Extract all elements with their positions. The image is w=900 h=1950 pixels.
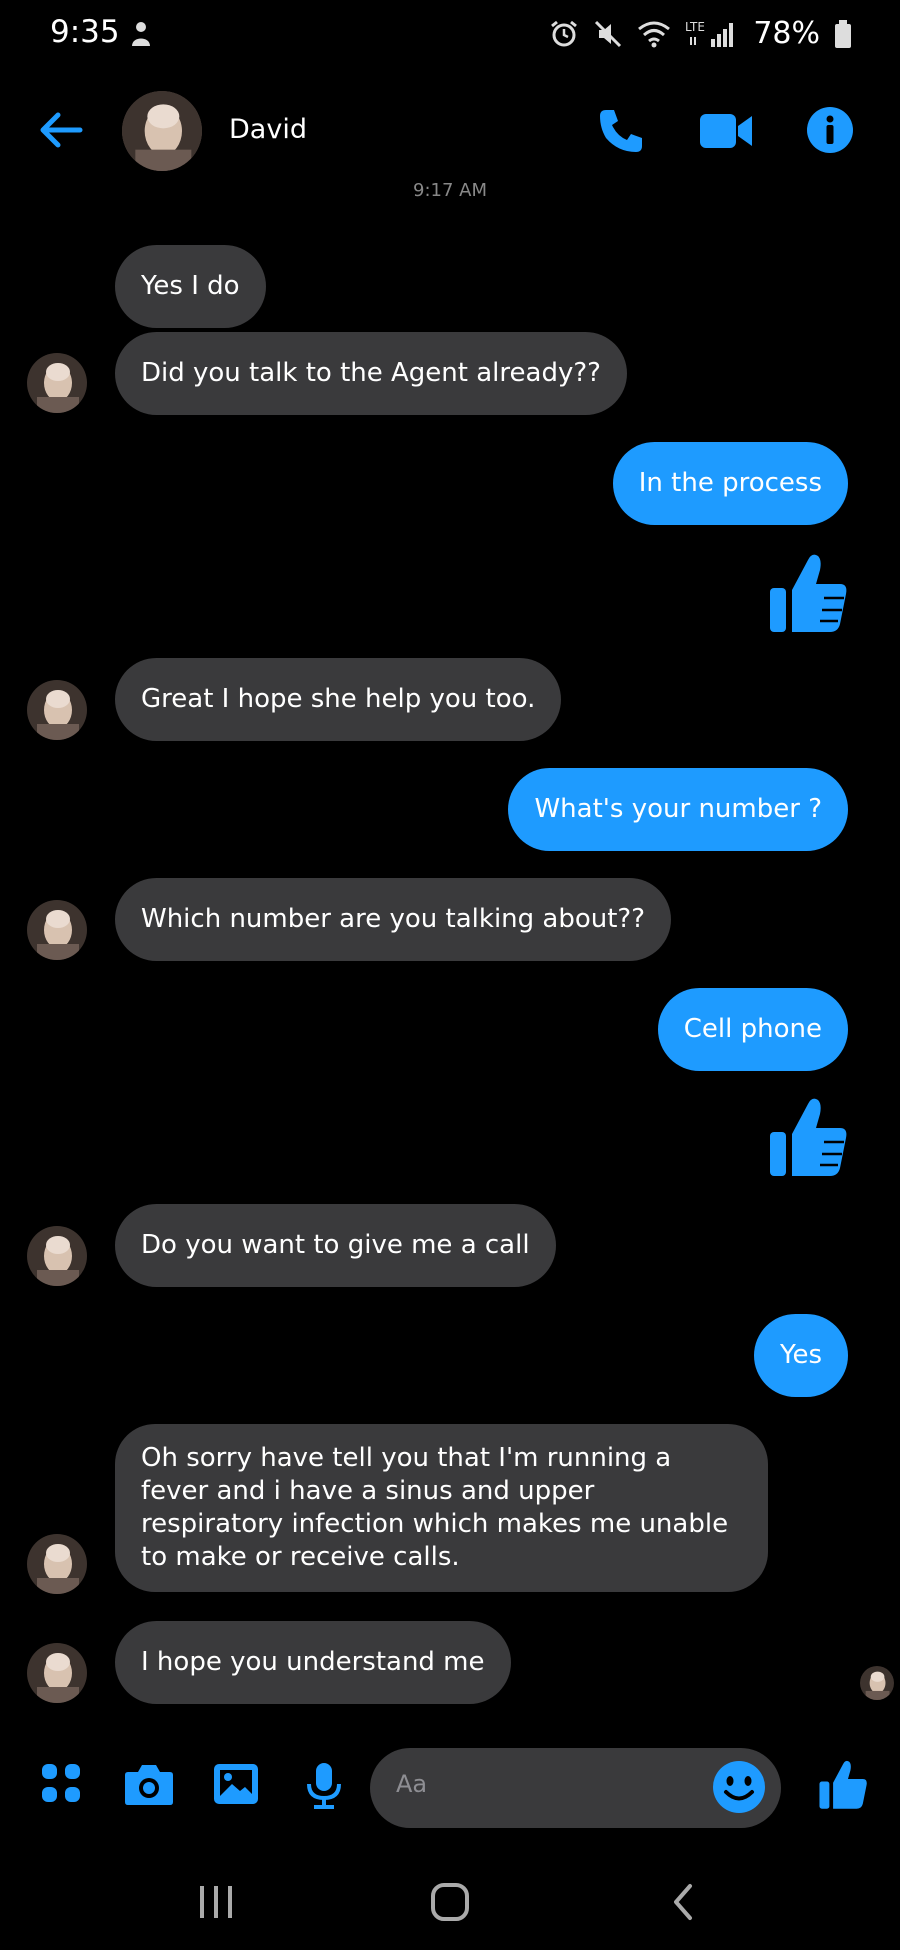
recent-apps-icon[interactable] [196, 1882, 236, 1922]
back-nav-icon[interactable] [668, 1882, 698, 1922]
avatar-image [122, 91, 202, 171]
incoming-message[interactable]: Do you want to give me a call [115, 1204, 556, 1287]
mute-icon [595, 20, 622, 47]
gallery-icon[interactable] [212, 1762, 260, 1806]
info-icon[interactable] [806, 106, 854, 154]
phone-call-icon[interactable] [596, 106, 646, 156]
status-icons: LTE 78% [549, 16, 852, 51]
video-call-icon[interactable] [698, 106, 754, 156]
status-time: 9:35 [50, 14, 120, 50]
message-timestamp: 9:17 AM [413, 180, 487, 201]
avatar-image [27, 353, 87, 413]
seen-receipt-avatar [860, 1666, 894, 1700]
sender-avatar[interactable] [27, 680, 87, 740]
status-bar: 9:35 LTE 78% [0, 0, 900, 72]
avatar-image [27, 1226, 87, 1286]
thumbs-up-icon[interactable] [768, 1094, 848, 1178]
outgoing-message[interactable]: In the process [612, 442, 848, 525]
incoming-message[interactable]: I hope you understand me [115, 1621, 511, 1704]
person-icon [132, 22, 150, 46]
avatar-image [27, 900, 87, 960]
incoming-message[interactable]: Did you talk to the Agent already?? [115, 332, 627, 415]
microphone-icon[interactable] [304, 1762, 344, 1810]
svg-text:LTE: LTE [685, 20, 705, 34]
contact-avatar[interactable] [122, 91, 202, 171]
thumbs-up-icon[interactable] [768, 550, 848, 634]
message-composer: Aa [0, 1744, 900, 1834]
camera-icon[interactable] [124, 1762, 174, 1806]
avatar-image [27, 1643, 87, 1703]
contact-name[interactable]: David [229, 114, 307, 145]
sender-avatar[interactable] [27, 1226, 87, 1286]
message-input-placeholder: Aa [396, 1770, 428, 1798]
sender-avatar[interactable] [27, 900, 87, 960]
incoming-message[interactable]: Oh sorry have tell you that I'm running … [115, 1424, 768, 1592]
avatar-image [27, 1534, 87, 1594]
incoming-message[interactable]: Which number are you talking about?? [115, 878, 672, 961]
lte-signal-icon: LTE [685, 20, 734, 47]
send-like-icon[interactable] [818, 1758, 868, 1810]
outgoing-message[interactable]: What's your number ? [508, 768, 848, 851]
home-icon[interactable] [430, 1882, 470, 1922]
outgoing-message[interactable]: Cell phone [657, 988, 848, 1071]
emoji-icon[interactable] [711, 1759, 767, 1815]
alarm-icon [551, 20, 578, 46]
incoming-message[interactable]: Yes I do [115, 245, 266, 328]
back-arrow-icon[interactable] [36, 106, 84, 154]
more-apps-icon[interactable] [40, 1762, 82, 1804]
battery-icon [835, 19, 851, 48]
outgoing-message[interactable]: Yes [754, 1314, 848, 1397]
conversation-header: David [0, 88, 900, 174]
sender-avatar[interactable] [27, 1534, 87, 1594]
incoming-message[interactable]: Great I hope she help you too. [115, 658, 562, 741]
avatar-image [860, 1666, 894, 1700]
battery-percent: 78% [753, 16, 820, 51]
sender-avatar[interactable] [27, 353, 87, 413]
message-input[interactable]: Aa [370, 1748, 781, 1828]
system-navigation-bar [0, 1862, 900, 1942]
avatar-image [27, 680, 87, 740]
wifi-icon [638, 21, 671, 47]
sender-avatar[interactable] [27, 1643, 87, 1703]
